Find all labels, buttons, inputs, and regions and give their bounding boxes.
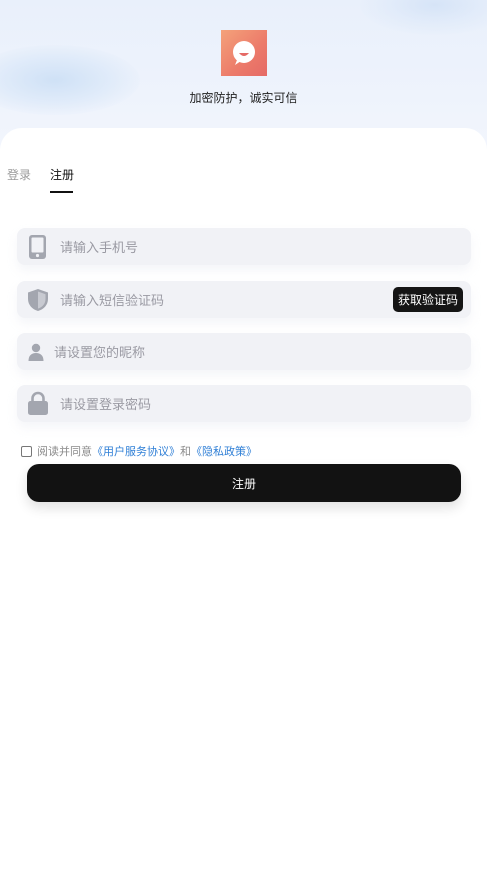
register-page: 加密防护，诚实可信 登录 注册 请输入手机号 请输入短信验证码 获取验证码 请设…: [0, 0, 487, 870]
chat-bubble-icon: [233, 41, 255, 65]
nickname-field[interactable]: 请设置您的昵称: [17, 333, 471, 370]
sms-code-field[interactable]: 请输入短信验证码 获取验证码: [17, 281, 471, 318]
sms-code-input[interactable]: 请输入短信验证码: [60, 281, 164, 318]
user-agreement-link[interactable]: 《用户服务协议》: [92, 443, 180, 459]
agreement-checkbox[interactable]: [21, 445, 32, 457]
phone-field[interactable]: 请输入手机号: [17, 228, 471, 265]
password-input[interactable]: 请设置登录密码: [60, 385, 151, 422]
agreement-conjunction: 和: [180, 445, 191, 458]
phone-input[interactable]: 请输入手机号: [60, 228, 138, 265]
app-logo: [221, 30, 267, 76]
tab-login[interactable]: 登录: [7, 166, 31, 183]
app-tagline: 加密防护，诚实可信: [189, 91, 298, 105]
tab-active-indicator: [50, 191, 73, 193]
privacy-policy-link[interactable]: 《隐私政策》: [191, 443, 257, 459]
get-code-button[interactable]: 获取验证码: [392, 287, 463, 312]
agreement-prefix: 阅读并同意: [37, 445, 92, 458]
tab-register[interactable]: 注册: [50, 166, 74, 183]
decor-cloud-right: [360, 0, 487, 35]
agreement-row: 阅读并同意 《用户服务协议》 和 《隐私政策》: [21, 443, 257, 459]
shield-icon: [27, 281, 49, 318]
register-button[interactable]: 注册: [27, 464, 461, 502]
password-field[interactable]: 请设置登录密码: [17, 385, 471, 422]
lock-icon: [27, 385, 49, 422]
user-icon: [28, 333, 44, 370]
mobile-phone-icon: [28, 228, 47, 265]
nickname-input[interactable]: 请设置您的昵称: [54, 333, 145, 370]
